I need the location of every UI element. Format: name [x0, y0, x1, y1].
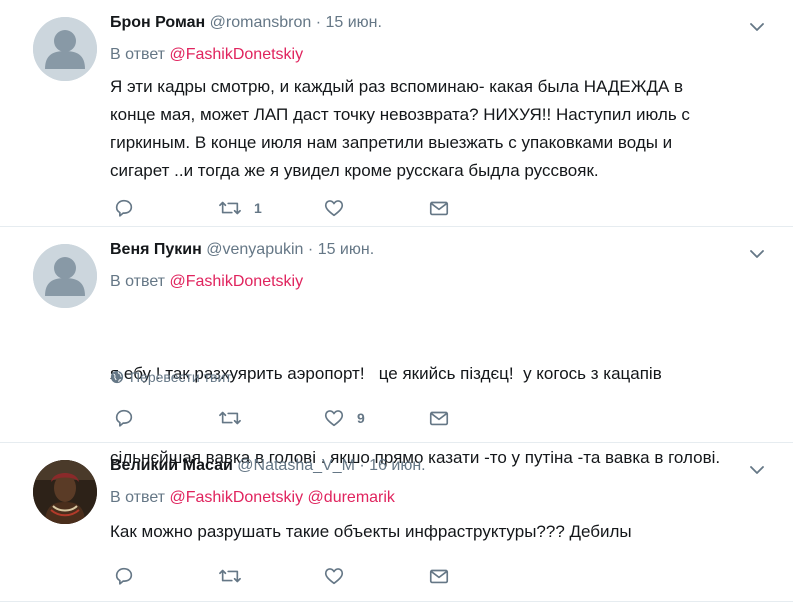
retweet-icon [219, 201, 241, 215]
heart-icon [324, 410, 344, 427]
mention-link[interactable]: @FashikDonetskiy [169, 273, 303, 290]
avatar[interactable] [33, 17, 97, 81]
retweet-count: 1 [254, 200, 262, 216]
mention-link[interactable]: @duremarik [308, 489, 395, 506]
retweet-icon [219, 411, 241, 425]
user-handle[interactable]: @venyapukin [206, 241, 303, 258]
more-options-button[interactable] [749, 247, 765, 265]
tweet-header: Брон Роман @romansbron · 15 июн. [110, 14, 382, 32]
display-name[interactable]: Великий Масаи [110, 457, 233, 474]
reply-to-label: В ответ [110, 489, 166, 506]
timestamp[interactable]: 16 июн. [369, 457, 425, 474]
tweet-text: Как можно разрушать такие объекты инфрас… [110, 518, 773, 546]
more-options-button[interactable] [749, 463, 765, 481]
like-button[interactable] [323, 564, 357, 588]
retweet-button[interactable] [218, 406, 254, 430]
tweet-text: Я эти кадры смотрю, и каждый раз вспомин… [110, 73, 773, 185]
heart-icon [324, 568, 344, 585]
tweet-text-line: гиркиным. В конце июля нам запретили вые… [110, 133, 673, 152]
tweet-text-line: сигарет ..и тогда же я увидел кроме русс… [110, 161, 599, 180]
separator-dot: · [315, 14, 322, 31]
reply-icon [115, 199, 133, 217]
timestamp[interactable]: 15 июн. [326, 14, 382, 31]
user-handle[interactable]: @romansbron [210, 14, 312, 31]
profile-photo [33, 460, 97, 524]
globe-icon [110, 370, 124, 384]
reply-button[interactable] [113, 196, 135, 220]
retweet-icon [219, 569, 241, 583]
user-handle[interactable]: @Natasha_V_M [237, 457, 355, 474]
separator-dot: · [359, 457, 365, 474]
like-button[interactable]: 9 [323, 406, 365, 430]
like-count: 9 [357, 410, 365, 426]
tweet-actions: 1 [110, 196, 470, 220]
reply-to-line: В ответ @FashikDonetskiy @duremarik [110, 489, 395, 507]
tweet-actions: 9 [110, 406, 470, 430]
reply-button[interactable] [113, 564, 135, 588]
chevron-down-icon [750, 466, 764, 474]
display-name[interactable]: Веня Пукин [110, 241, 202, 258]
retweet-button[interactable]: 1 [218, 196, 262, 220]
reply-icon [115, 409, 133, 427]
tweet[interactable]: Брон Роман @romansbron · 15 июн. В ответ… [0, 0, 793, 227]
translate-label: Перевести твит [130, 369, 232, 385]
default-avatar-icon [33, 17, 97, 81]
direct-message-button[interactable] [428, 564, 450, 588]
chevron-down-icon [750, 250, 764, 258]
envelope-icon [429, 411, 449, 426]
mention-link[interactable]: @FashikDonetskiy [169, 46, 303, 63]
default-avatar-icon [33, 244, 97, 308]
tweet[interactable]: Великий Масаи @Natasha_V_M · 16 июн. В о… [0, 443, 793, 602]
display-name[interactable]: Брон Роман [110, 14, 205, 31]
tweet-header: Великий Масаи @Natasha_V_M · 16 июн. [110, 457, 426, 475]
tweet-actions [110, 564, 470, 588]
retweet-button[interactable] [218, 564, 254, 588]
reply-to-label: В ответ [110, 46, 166, 63]
tweet-text-line: конце мая, может ЛАП даст точку невозвра… [110, 105, 690, 124]
reply-to-line: В ответ @FashikDonetskiy [110, 46, 303, 64]
envelope-icon [429, 569, 449, 584]
heart-icon [324, 200, 344, 217]
reply-to-line: В ответ @FashikDonetskiy [110, 273, 303, 291]
tweet-text-line: Я эти кадры смотрю, и каждый раз вспомин… [110, 77, 684, 96]
reply-to-label: В ответ [110, 273, 166, 290]
reply-button[interactable] [113, 406, 135, 430]
translate-tweet-link[interactable]: Перевести твит [110, 369, 232, 385]
like-button[interactable] [323, 196, 357, 220]
reply-icon [115, 567, 133, 585]
tweet[interactable]: Веня Пукин @venyapukin · 15 июн. В ответ… [0, 227, 793, 467]
avatar[interactable] [33, 244, 97, 308]
envelope-icon [429, 201, 449, 216]
tweet-text-line: Как можно разрушать такие объекты инфрас… [110, 522, 632, 541]
timestamp[interactable]: 15 июн. [318, 241, 374, 258]
separator-dot: · [307, 241, 314, 258]
tweet-header: Веня Пукин @venyapukin · 15 июн. [110, 241, 374, 259]
avatar[interactable] [33, 460, 97, 524]
direct-message-button[interactable] [428, 196, 450, 220]
more-options-button[interactable] [749, 20, 765, 38]
chevron-down-icon [750, 23, 764, 31]
direct-message-button[interactable] [428, 406, 450, 430]
mention-link[interactable]: @FashikDonetskiy [169, 489, 303, 506]
